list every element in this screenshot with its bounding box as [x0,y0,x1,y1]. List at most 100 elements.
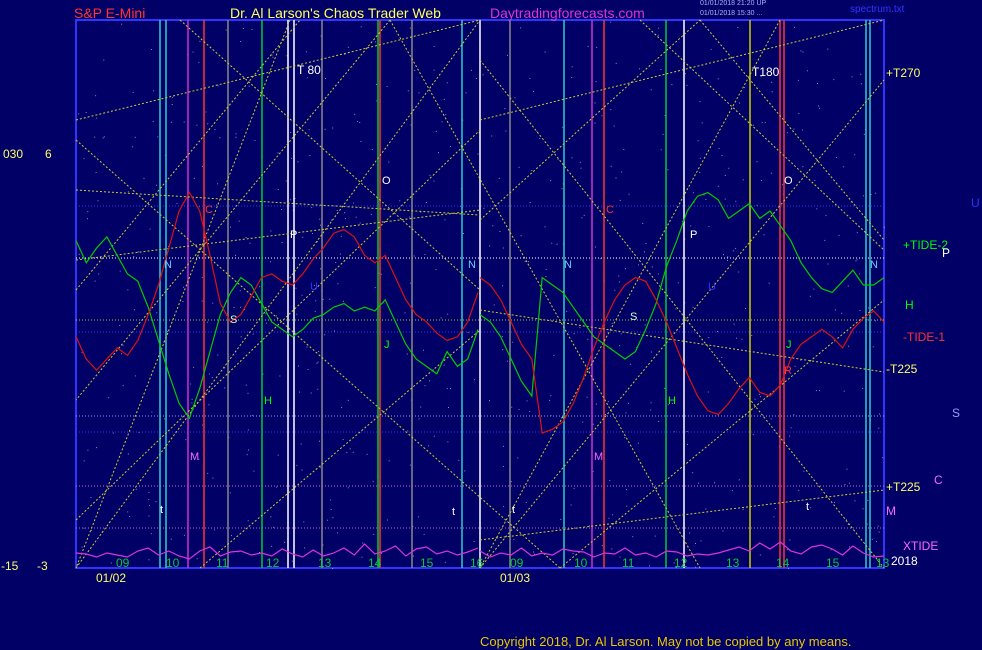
star-dot [352,451,354,453]
star-dot [201,165,203,167]
site-url-link[interactable]: Daytradingforecasts.com [490,5,645,21]
star-dot [332,127,334,129]
marker-letter: P [690,229,697,241]
star-dot [517,457,519,459]
star-dot [550,395,552,397]
star-dot [201,276,203,278]
star-dot [583,214,585,216]
marker-letter: C [205,204,213,216]
star-dot [794,26,796,28]
star-dot [686,84,688,86]
star-dot [233,306,235,308]
star-dot [450,146,452,147]
marker-letter: P [290,229,297,241]
star-dot [418,418,420,420]
star-dot [718,147,720,149]
star-dot [615,177,617,179]
star-dot [324,334,326,336]
star-dot [272,56,274,58]
star-dot [697,140,699,142]
star-dot [183,286,185,288]
star-dot [251,29,253,30]
diagonal-line [75,19,291,569]
star-dot [705,199,707,200]
star-dot [699,101,701,103]
star-dot [625,412,627,414]
star-dot [167,330,169,332]
star-dot [586,396,588,398]
star-dot [155,501,157,503]
star-dot [752,124,754,126]
star-dot [827,48,829,50]
star-dot [700,540,702,542]
star-dot [483,207,485,209]
star-dot [446,82,448,84]
star-dot [692,306,694,308]
star-dot [738,271,740,273]
star-dot [443,98,445,100]
star-dot [736,337,738,339]
star-dot [848,345,850,347]
star-dot [863,133,865,135]
star-dot [664,387,666,389]
star-dot [418,92,420,94]
star-dot [556,243,558,245]
star-dot [592,423,594,425]
marker-letter: H [668,395,676,407]
star-dot [127,191,129,193]
star-dot [819,107,820,109]
star-dot [621,171,623,173]
star-dot [615,62,617,64]
star-dot [341,407,342,409]
star-dot [310,392,312,394]
star-dot [843,390,845,392]
star-dot [735,247,737,249]
far-right-s: S [952,406,960,420]
star-dot [816,208,818,210]
star-dot [270,261,271,263]
star-dot [252,333,254,335]
star-dot [216,204,217,206]
star-dot [628,193,630,195]
star-dot [295,287,297,289]
star-dot [501,336,503,338]
star-dot [705,508,707,510]
star-dot [786,132,788,134]
star-dot [148,499,150,501]
star-dot [620,333,622,335]
star-dot [193,366,195,368]
star-dot [475,78,477,79]
star-dot [199,40,201,42]
star-dot [424,385,426,387]
star-dot [649,565,650,567]
star-dot [319,440,320,442]
marker-letter: N [870,259,878,271]
star-dot [774,508,776,509]
star-dot [192,51,194,53]
star-dot [619,281,620,283]
star-dot [152,121,154,122]
star-dot [802,51,804,53]
star-dot [677,282,679,284]
star-dot [570,504,572,506]
star-dot [800,50,802,52]
star-dot [789,435,791,437]
star-dot [692,192,694,194]
star-dot [335,262,337,263]
star-dot [824,239,826,241]
star-dot [601,545,603,547]
star-dot [560,518,562,520]
star-dot [102,137,104,139]
star-dot [249,242,251,244]
star-dot [446,388,448,390]
diagonal-line [75,19,481,121]
star-dot [429,380,430,382]
star-dot [332,517,334,519]
star-dot [330,499,332,501]
star-dot [579,161,581,163]
star-dot [637,442,639,444]
star-dot [196,124,198,126]
star-dot [306,346,308,348]
star-dot [815,390,817,392]
star-dot [418,516,420,518]
